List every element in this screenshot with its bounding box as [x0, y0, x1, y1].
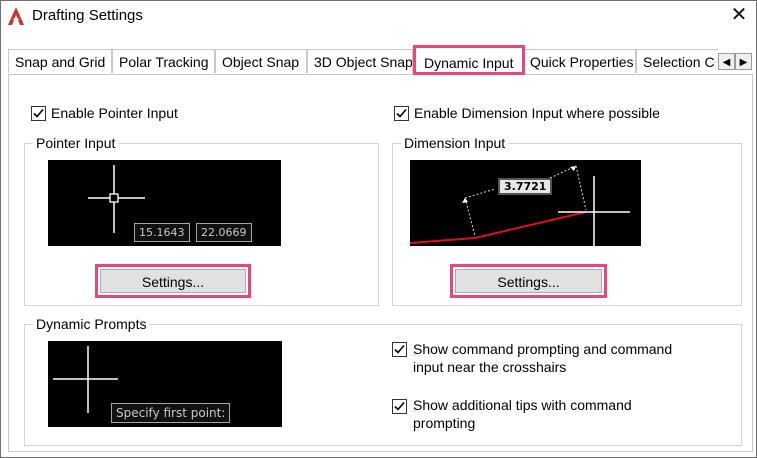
dimension-input-preview: 3.7721: [409, 160, 641, 246]
tab-scroll-left-button[interactable]: ◀: [718, 53, 735, 70]
tab-scroll-right-button[interactable]: ▶: [735, 53, 752, 70]
tab-snap-and-grid[interactable]: Snap and Grid: [8, 49, 112, 73]
dynamic-prompts-group-title: Dynamic Prompts: [33, 316, 150, 332]
pointer-settings-highlight: Settings...: [95, 264, 251, 298]
dimension-line-icon: [409, 165, 630, 246]
show-additional-tips-checkbox[interactable]: [392, 399, 407, 414]
enable-pointer-input-label: Enable Pointer Input: [51, 105, 178, 121]
dimension-value-field: 3.7721: [498, 178, 553, 195]
tab-selection-cycling[interactable]: Selection C: [636, 49, 718, 73]
tab-polar-tracking[interactable]: Polar Tracking: [112, 49, 215, 73]
dynamic-prompts-group: Dynamic Prompts Specify first point: Sho…: [24, 316, 742, 446]
show-additional-tips-label: Show additional tips with command prompt…: [413, 397, 632, 431]
dimension-input-settings-button[interactable]: Settings...: [455, 269, 602, 293]
dynamic-prompts-preview: Specify first point:: [48, 341, 282, 427]
title-bar: Drafting Settings ✕: [1, 1, 756, 31]
dynamic-input-panel: Enable Pointer Input Enable Dimension In…: [8, 74, 753, 452]
tab-strip: Snap and Grid Polar Tracking Object Snap…: [8, 45, 753, 75]
check-icon: [394, 344, 405, 354]
pointer-input-settings-button[interactable]: Settings...: [100, 269, 246, 293]
arrow-right-icon: ▶: [739, 57, 748, 68]
tab-quick-properties[interactable]: Quick Properties: [523, 49, 636, 73]
show-command-prompting-label: Show command prompting and command input…: [413, 341, 673, 375]
autocad-icon: [8, 7, 24, 25]
pointer-input-group-title: Pointer Input: [33, 135, 119, 151]
enable-dimension-input-checkbox[interactable]: [394, 106, 409, 121]
drafting-settings-window: Drafting Settings ✕ Snap and Grid Polar …: [0, 0, 757, 458]
tab-object-snap[interactable]: Object Snap: [215, 49, 307, 73]
dimension-settings-highlight: Settings...: [450, 264, 607, 298]
pointer-input-group: Pointer Input 15.1643 22.0669 Settings..…: [24, 135, 379, 306]
command-prompt-tooltip: Specify first point:: [111, 403, 231, 423]
pointer-coord-y: 22.0669: [196, 223, 252, 242]
dimension-input-group: Dimension Input 3.7721 Settings...: [392, 135, 742, 306]
enable-dimension-input-label: Enable Dimension Input where possible: [414, 105, 660, 121]
check-icon: [33, 108, 44, 118]
window-title: Drafting Settings: [32, 7, 143, 24]
check-icon: [394, 401, 405, 411]
pointer-coord-x: 15.1643: [134, 223, 190, 242]
pointer-input-preview: 15.1643 22.0669: [48, 160, 281, 246]
enable-pointer-input-checkbox[interactable]: [31, 106, 46, 121]
tab-3d-object-snap[interactable]: 3D Object Snap: [307, 49, 413, 73]
close-icon: ✕: [730, 4, 748, 26]
close-button[interactable]: ✕: [728, 4, 750, 26]
dimension-input-group-title: Dimension Input: [401, 135, 509, 151]
show-command-prompting-checkbox[interactable]: [392, 342, 407, 357]
arrow-left-icon: ◀: [722, 57, 731, 68]
tab-dynamic-input[interactable]: Dynamic Input: [413, 45, 525, 75]
check-icon: [396, 108, 407, 118]
